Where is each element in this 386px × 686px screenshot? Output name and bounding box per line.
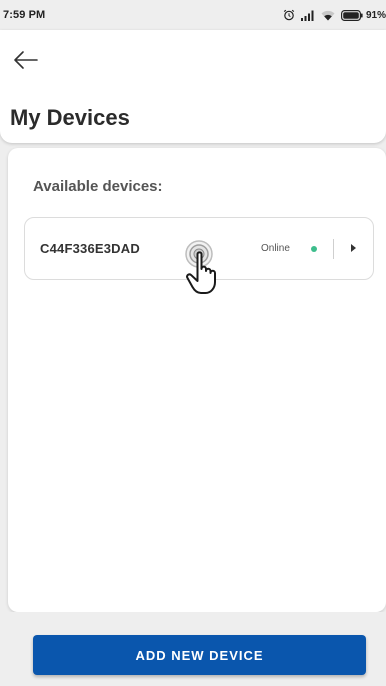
- alarm-icon: [283, 9, 295, 21]
- page-title: My Devices: [10, 105, 130, 130]
- battery-percent: 91%: [365, 9, 386, 21]
- status-time: 7:59 PM: [3, 9, 46, 21]
- row-divider: [333, 239, 334, 259]
- chevron-right-icon[interactable]: [351, 244, 356, 252]
- wifi-icon: [321, 10, 335, 21]
- back-button[interactable]: [10, 48, 42, 76]
- app-header: My Devices: [0, 30, 386, 143]
- devices-card: Available devices: C44F336E3DAD Online: [8, 148, 386, 612]
- status-online-dot: [311, 245, 317, 252]
- battery-icon: [340, 9, 363, 21]
- section-title: Available devices:: [33, 178, 163, 195]
- device-status: Online: [261, 243, 290, 254]
- device-row[interactable]: C44F336E3DAD Online: [24, 217, 374, 280]
- bottom-area: ADD NEW DEVICE: [0, 612, 386, 686]
- screen: 7:59 PM 91% My Devices Available devices…: [0, 0, 386, 686]
- status-icons: 91%: [283, 9, 386, 21]
- signal-icon: [300, 10, 315, 21]
- device-id: C44F336E3DAD: [40, 241, 140, 256]
- arrow-left-icon: [13, 50, 39, 75]
- status-bar: 7:59 PM 91%: [0, 0, 386, 30]
- add-new-device-button[interactable]: ADD NEW DEVICE: [33, 635, 366, 675]
